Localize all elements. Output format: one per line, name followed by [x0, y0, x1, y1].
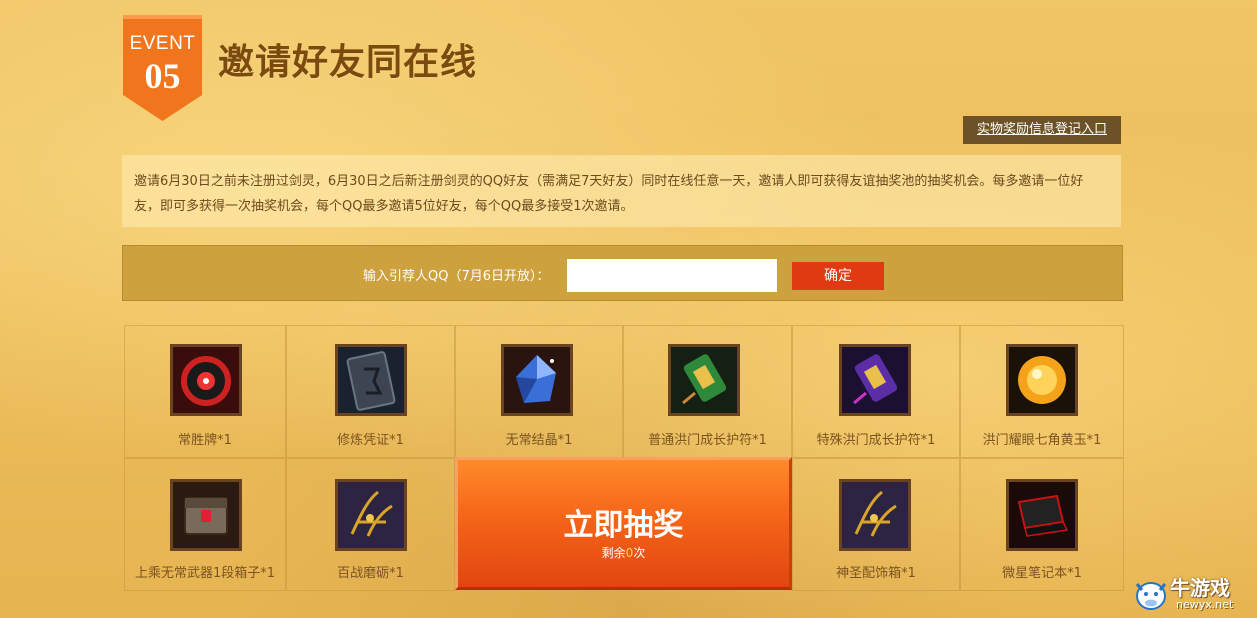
prize-name: 微星笔记本*1	[1002, 566, 1082, 581]
crystal-icon	[501, 344, 573, 416]
token-icon	[170, 344, 242, 416]
remaining-prefix: 剩余	[601, 546, 626, 560]
green-talisman-icon	[668, 344, 740, 416]
watermark-brand: 牛游戏	[1170, 576, 1230, 600]
prize-name: 修炼凭证*1	[337, 433, 404, 448]
site-watermark: 牛游戏 newyx.net	[1132, 570, 1257, 618]
referrer-bar: 输入引荐人QQ（7月6日开放）： 确定	[122, 245, 1123, 301]
prize-name: 百战磨砺*1	[337, 566, 404, 581]
event-badge-label: EVENT	[129, 33, 196, 54]
prize-name: 普通洪门成长护符*1	[648, 433, 767, 448]
page-title: 邀请好友同在线	[218, 42, 478, 83]
laptop-icon	[1006, 479, 1078, 551]
prize-cell: 无常结晶*1	[455, 325, 623, 458]
prize-name: 洪门耀眼七角黄玉*1	[982, 433, 1102, 448]
prize-cell: 百战磨砺*1	[286, 458, 455, 591]
remaining-suffix: 次	[633, 546, 646, 560]
prize-name: 无常结晶*1	[505, 433, 573, 448]
event-description: 邀请6月30日之前未注册过剑灵，6月30日之后新注册剑灵的QQ好友（需满足7天好…	[122, 155, 1121, 227]
referrer-qq-input[interactable]	[567, 259, 777, 292]
gold-ornament-icon	[839, 479, 911, 551]
prize-cell: 微星笔记本*1	[960, 458, 1124, 591]
topaz-icon	[1006, 344, 1078, 416]
confirm-button[interactable]: 确定	[792, 262, 884, 290]
prize-cell: 神圣配饰箱*1	[792, 458, 960, 591]
prize-name: 上乘无常武器1段箱子*1	[134, 566, 276, 581]
prize-cell: 修炼凭证*1	[286, 325, 455, 458]
register-info-link[interactable]: 实物奖励信息登记入口	[963, 116, 1121, 144]
prize-cell: 上乘无常武器1段箱子*1	[124, 458, 286, 591]
prize-name: 常胜牌*1	[178, 433, 232, 448]
prize-name: 神圣配饰箱*1	[836, 566, 916, 581]
watermark-url: newyx.net	[1176, 598, 1234, 611]
prize-cell: 常胜牌*1	[124, 325, 286, 458]
remaining-draws: 剩余0次	[458, 544, 789, 561]
referrer-label: 输入引荐人QQ（7月6日开放）：	[363, 269, 550, 284]
draw-now-label: 立即抽奖	[563, 508, 684, 543]
weapon-chest-icon	[170, 479, 242, 551]
purple-talisman-icon	[839, 344, 911, 416]
cow-logo-icon	[1135, 582, 1167, 610]
prize-cell: 洪门耀眼七角黄玉*1	[960, 325, 1124, 458]
event-badge: EVENT 05	[123, 15, 202, 121]
event-badge-number: 05	[144, 56, 181, 96]
prize-cell: 普通洪门成长护符*1	[623, 325, 792, 458]
gold-ornament-icon	[335, 479, 407, 551]
draw-now-button[interactable]: 立即抽奖 剩余0次	[455, 457, 792, 590]
prize-cell: 特殊洪门成长护符*1	[792, 325, 960, 458]
prize-name: 特殊洪门成长护符*1	[816, 433, 936, 448]
tablet-icon	[335, 344, 407, 416]
